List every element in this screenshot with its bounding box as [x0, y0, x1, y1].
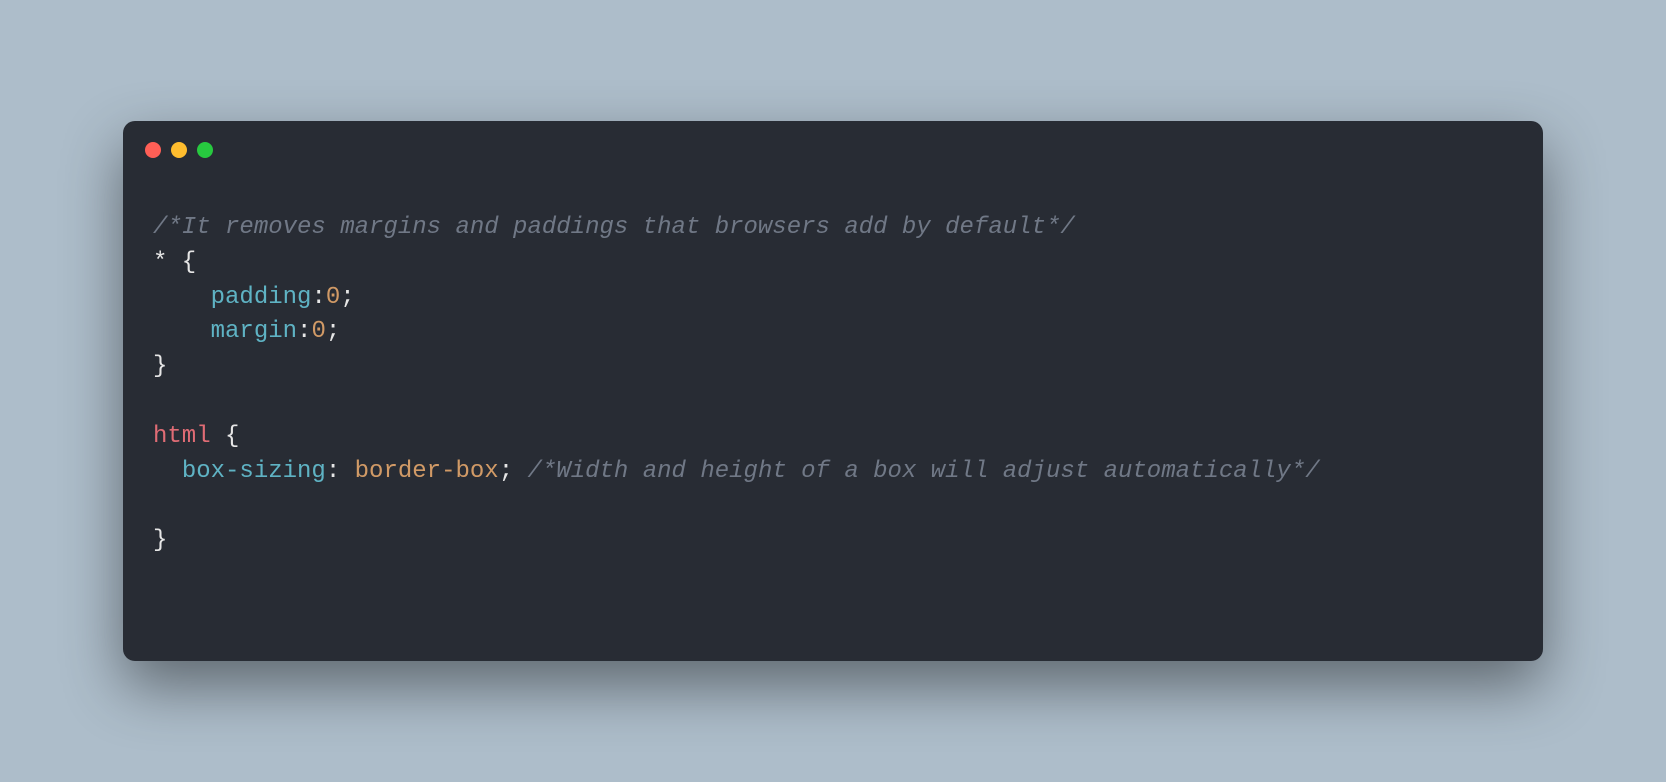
- code-selector: *: [153, 249, 167, 276]
- code-property: padding: [211, 284, 312, 311]
- code-indent: [153, 318, 211, 345]
- code-value: 0: [326, 284, 340, 311]
- window-titlebar: [123, 121, 1543, 161]
- code-indent: [153, 458, 182, 485]
- code-colon: :: [297, 318, 311, 345]
- code-colon: :: [311, 284, 325, 311]
- code-comment: /*It removes margins and paddings that b…: [153, 214, 1075, 241]
- code-semicolon: ;: [326, 318, 340, 345]
- code-property: box-sizing: [182, 458, 326, 485]
- maximize-icon[interactable]: [197, 142, 213, 158]
- minimize-icon[interactable]: [171, 142, 187, 158]
- code-comment: /*Width and height of a box will adjust …: [528, 458, 1320, 485]
- code-semicolon: ;: [340, 284, 354, 311]
- code-open-brace: {: [167, 249, 196, 276]
- code-selector: html: [153, 423, 211, 450]
- code-close-brace: }: [153, 353, 167, 380]
- code-open-brace: {: [211, 423, 240, 450]
- code-value: border-box: [355, 458, 499, 485]
- code-space: [513, 458, 527, 485]
- code-content: /*It removes margins and paddings that b…: [123, 161, 1543, 589]
- code-colon: :: [326, 458, 355, 485]
- code-value: 0: [311, 318, 325, 345]
- code-close-brace: }: [153, 527, 167, 554]
- code-editor-window: /*It removes margins and paddings that b…: [123, 121, 1543, 661]
- close-icon[interactable]: [145, 142, 161, 158]
- code-property: margin: [211, 318, 297, 345]
- code-semicolon: ;: [499, 458, 513, 485]
- code-indent: [153, 284, 211, 311]
